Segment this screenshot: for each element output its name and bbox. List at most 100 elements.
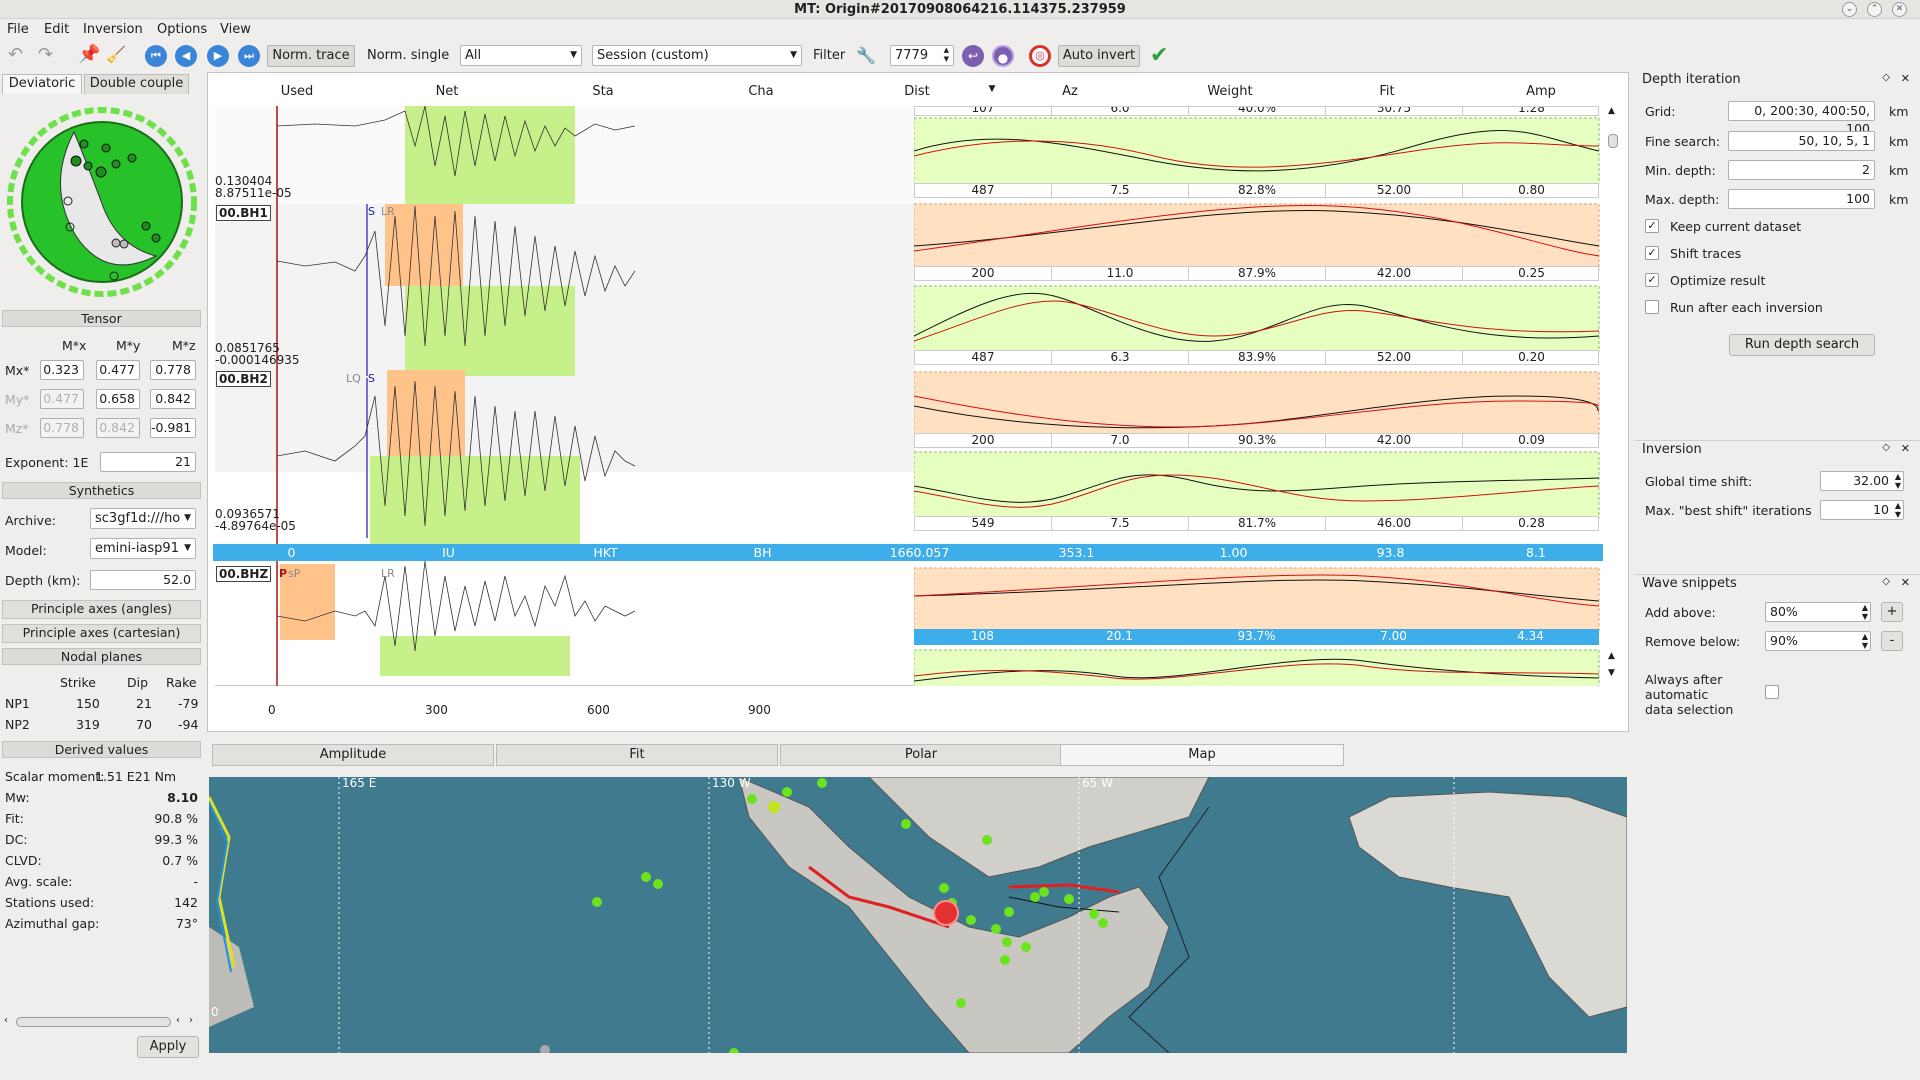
keep-dataset-checkbox[interactable]: ✓ bbox=[1645, 219, 1659, 233]
fine-search-field[interactable]: 50, 10, 5, 1 bbox=[1728, 131, 1875, 151]
model-select[interactable]: emini-iasp91 ▼ bbox=[90, 538, 196, 559]
col-fit[interactable]: Fit bbox=[1357, 84, 1417, 99]
depth-field[interactable]: 52.0 bbox=[90, 570, 196, 590]
scroll-down-icon[interactable]: ▼ bbox=[1608, 668, 1615, 678]
scroll-right-icon[interactable]: › bbox=[189, 1015, 193, 1026]
tab-deviatoric[interactable]: Deviatoric bbox=[2, 74, 82, 94]
tab-amplitude[interactable]: Amplitude bbox=[212, 744, 494, 766]
shift-traces-checkbox[interactable]: ✓ bbox=[1645, 246, 1659, 260]
scroll-left-icon[interactable]: ‹ bbox=[176, 1015, 180, 1026]
tensor-myz-field[interactable]: 0.842 bbox=[150, 389, 196, 409]
spin-arrows-icon[interactable]: ▲ ▼ bbox=[1862, 632, 1868, 650]
tab-polar[interactable]: Polar bbox=[780, 744, 1062, 766]
scroll-thumb[interactable] bbox=[1608, 134, 1618, 148]
scroll-up-icon[interactable]: ▲ bbox=[1608, 106, 1615, 116]
trace-scrollbar[interactable]: ▲ ▲ ▼ bbox=[1606, 106, 1620, 686]
spin-arrows-icon[interactable]: ▲ ▼ bbox=[944, 46, 949, 64]
close-icon[interactable]: ✕ bbox=[1901, 72, 1910, 85]
target-icon[interactable]: ◎ bbox=[1029, 45, 1051, 67]
close-icon[interactable]: ✕ bbox=[1901, 576, 1910, 589]
close-icon[interactable]: ✕ bbox=[1901, 442, 1910, 455]
scroll-left-icon[interactable]: ‹ bbox=[4, 1015, 8, 1026]
max-depth-field[interactable]: 100 bbox=[1728, 189, 1875, 209]
menu-inversion[interactable]: Inversion bbox=[83, 22, 143, 37]
principle-axes-cartesian-button[interactable]: Principle axes (cartesian) bbox=[2, 624, 201, 643]
global-shift-spinbox[interactable]: 32.00 ▲ ▼ bbox=[1820, 471, 1904, 491]
principle-axes-angles-button[interactable]: Principle axes (angles) bbox=[2, 600, 201, 619]
auto-invert-button[interactable]: Auto invert bbox=[1058, 45, 1140, 67]
tensor-myy-field[interactable]: 0.658 bbox=[96, 389, 140, 409]
col-cha[interactable]: Cha bbox=[731, 84, 791, 99]
tensor-mzz-field[interactable]: -0.981 bbox=[150, 418, 196, 438]
trace-label-bh2: 00.BH2 bbox=[216, 371, 271, 387]
scroll-up-icon[interactable]: ▲ bbox=[1608, 651, 1615, 661]
col-sta[interactable]: Sta bbox=[573, 84, 633, 99]
chevron-down-icon: ▼ bbox=[790, 50, 797, 60]
redo-icon[interactable]: ↷ bbox=[38, 45, 60, 67]
pin-icon[interactable]: 📌 bbox=[78, 45, 100, 67]
previous-icon[interactable]: ◀ bbox=[175, 45, 197, 67]
filter-spinbox[interactable]: 7779 ▲ ▼ bbox=[890, 45, 954, 66]
col-dist[interactable]: Dist bbox=[887, 84, 947, 99]
tab-double-couple[interactable]: Double couple bbox=[84, 74, 189, 94]
float-icon[interactable]: ◇ bbox=[1882, 442, 1890, 453]
sort-chevron-icon[interactable]: ▼ bbox=[982, 84, 1002, 94]
col-net[interactable]: Net bbox=[417, 84, 477, 99]
exponent-field[interactable]: 21 bbox=[100, 452, 196, 472]
col-amp[interactable]: Amp bbox=[1511, 84, 1571, 99]
undo-icon[interactable]: ↶ bbox=[8, 45, 30, 67]
grid-field[interactable]: 0, 200:30, 400:50, 100 bbox=[1728, 101, 1875, 136]
tensor-mxy-field[interactable]: 0.477 bbox=[96, 360, 140, 380]
tab-fit[interactable]: Fit bbox=[496, 744, 778, 766]
float-icon[interactable]: ◇ bbox=[1882, 72, 1890, 83]
scroll-thumb[interactable] bbox=[16, 1017, 171, 1027]
session-select[interactable]: Session (custom) ▼ bbox=[592, 45, 802, 66]
tensor-mxx-field[interactable]: 0.323 bbox=[40, 360, 84, 380]
first-icon[interactable]: ⏮ bbox=[145, 45, 167, 67]
float-icon[interactable]: ◇ bbox=[1882, 576, 1890, 587]
remove-snippet-button[interactable]: - bbox=[1881, 631, 1903, 651]
always-after-checkbox[interactable] bbox=[1765, 685, 1779, 699]
archive-select[interactable]: sc3gf1d:///ho ▼ bbox=[90, 508, 196, 529]
minimize-icon[interactable]: ⌄ bbox=[1842, 2, 1857, 17]
next-icon[interactable]: ▶ bbox=[207, 45, 229, 67]
col-used[interactable]: Used bbox=[267, 84, 327, 99]
remove-below-spinbox[interactable]: 90% ▲ ▼ bbox=[1765, 631, 1871, 651]
back-icon[interactable]: ↩ bbox=[962, 45, 984, 67]
record-icon[interactable]: ● bbox=[992, 45, 1014, 67]
best-shift-spinbox[interactable]: 10 ▲ ▼ bbox=[1820, 500, 1904, 520]
last-icon[interactable]: ⏭ bbox=[238, 45, 260, 67]
broom-icon[interactable]: 🧹 bbox=[106, 45, 128, 67]
left-scrollbar[interactable]: ‹ ‹ › bbox=[4, 1015, 200, 1029]
checkmark-icon[interactable]: ✔ bbox=[1150, 45, 1172, 67]
norm-trace-button[interactable]: Norm. trace bbox=[267, 45, 355, 67]
spin-arrows-icon[interactable]: ▲ ▼ bbox=[1862, 603, 1868, 621]
run-after-inversion-checkbox[interactable] bbox=[1645, 300, 1659, 314]
spin-arrows-icon[interactable]: ▲ ▼ bbox=[1895, 501, 1901, 519]
tab-map[interactable]: Map bbox=[1060, 744, 1344, 766]
menu-edit[interactable]: Edit bbox=[44, 22, 69, 37]
min-depth-field[interactable]: 2 bbox=[1728, 160, 1875, 180]
add-above-spinbox[interactable]: 80% ▲ ▼ bbox=[1765, 602, 1871, 622]
component-select[interactable]: All ▼ bbox=[460, 45, 582, 66]
norm-single-label[interactable]: Norm. single bbox=[367, 48, 449, 63]
col-weight[interactable]: Weight bbox=[1200, 84, 1260, 99]
maximize-icon[interactable]: ⌃ bbox=[1867, 2, 1882, 17]
selected-station-row[interactable]: 0 IU HKT BH 1660.057 353.1 1.00 93.8 8.1 bbox=[213, 544, 1603, 561]
tensor-mxz-field[interactable]: 0.778 bbox=[150, 360, 196, 380]
station-map[interactable]: 165 E 130 W 65 W 0 bbox=[209, 777, 1627, 1053]
run-depth-search-button[interactable]: Run depth search bbox=[1729, 334, 1875, 356]
menu-options[interactable]: Options bbox=[157, 22, 207, 37]
toolbar: ↶ ↷ 📌 🧹 ⏮ ◀ ▶ ⏭ Norm. trace Norm. single… bbox=[0, 40, 1920, 72]
menu-view[interactable]: View bbox=[220, 22, 251, 37]
close-icon[interactable]: ✕ bbox=[1892, 2, 1907, 17]
col-az[interactable]: Az bbox=[1040, 84, 1100, 99]
map-longitude-label: 165 E bbox=[342, 777, 377, 790]
spin-arrows-icon[interactable]: ▲ ▼ bbox=[1895, 472, 1901, 490]
optimize-result-checkbox[interactable]: ✓ bbox=[1645, 273, 1659, 287]
right-panel: Depth iteration ◇ ✕ Grid: 0, 200:30, 400… bbox=[1634, 66, 1920, 1080]
apply-button[interactable]: Apply bbox=[137, 1036, 199, 1058]
wrench-icon[interactable]: 🔧 bbox=[856, 45, 878, 67]
add-snippet-button[interactable]: + bbox=[1881, 602, 1903, 622]
menu-file[interactable]: File bbox=[7, 22, 29, 37]
